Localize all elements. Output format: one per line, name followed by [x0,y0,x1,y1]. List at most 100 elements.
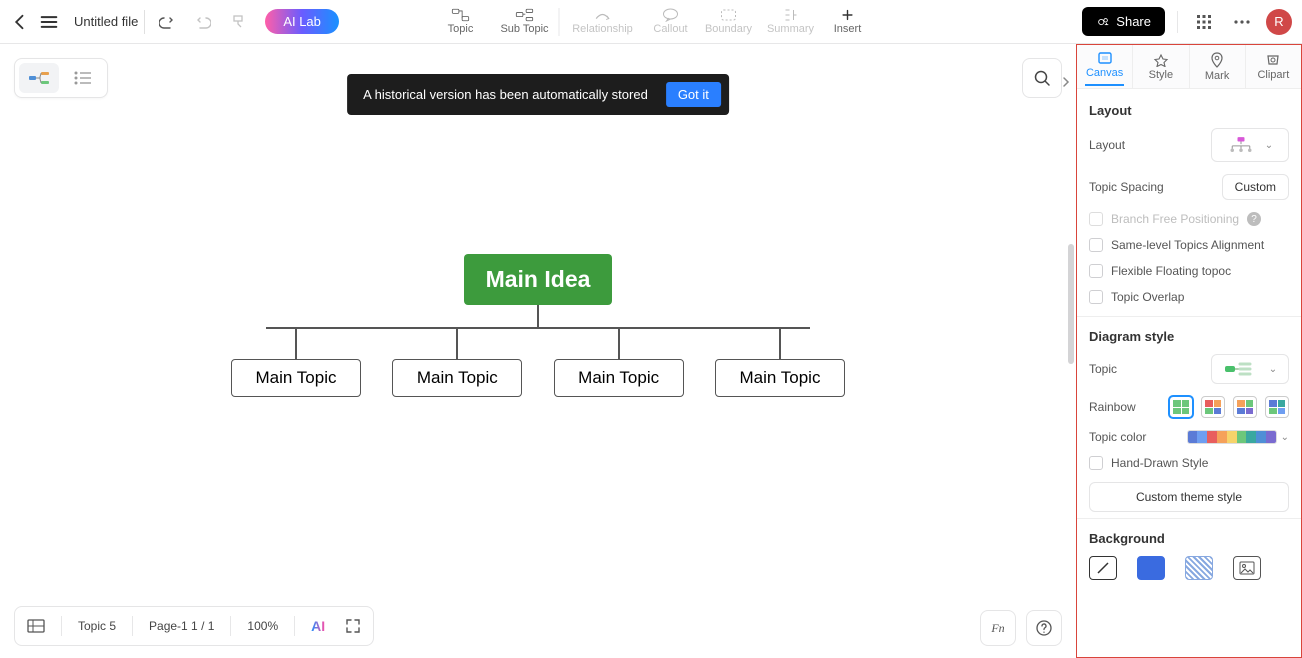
tool-label: Insert [834,23,862,35]
rainbow-option-4[interactable] [1265,396,1289,418]
tool-boundary[interactable]: Boundary [700,0,758,44]
connector [537,305,539,327]
branch-free-label: Branch Free Positioning [1111,212,1239,226]
tab-canvas[interactable]: Canvas [1077,45,1133,88]
topic-color-label: Topic color [1089,430,1146,444]
tool-subtopic[interactable]: Sub Topic [495,0,555,44]
outline-view-button[interactable] [63,63,103,93]
color-strip [1187,430,1277,444]
tab-label: Canvas [1086,67,1123,79]
tool-relationship[interactable]: Relationship [564,0,642,44]
version-toast: A historical version has been automatica… [347,74,729,115]
ai-button[interactable]: AI [307,618,329,634]
user-avatar[interactable]: R [1266,9,1292,35]
app-header: Untitled file AI Lab Topic Sub Topic Rel… [0,0,1302,44]
bg-none[interactable] [1089,556,1117,580]
redo-button[interactable] [189,8,217,36]
undo-button[interactable] [153,8,181,36]
rainbow-label: Rainbow [1089,400,1136,414]
file-title[interactable]: Untitled file [68,10,145,34]
chevron-down-icon: ⌄ [1265,364,1277,375]
tool-label: Boundary [705,23,752,35]
help-button[interactable] [1026,610,1062,646]
topic-spacing-button[interactable]: Custom [1222,174,1289,200]
background-options [1089,556,1289,580]
status-bar: Topic 5 Page-1 1 / 1 100% AI [14,606,374,646]
canvas[interactable]: A historical version has been automatica… [0,44,1076,658]
branch-free-checkbox[interactable] [1089,212,1103,226]
back-button[interactable] [10,12,30,32]
tab-mark[interactable]: Mark [1190,45,1246,88]
more-button[interactable] [1228,8,1256,36]
custom-theme-button[interactable]: Custom theme style [1089,482,1289,512]
same-level-label: Same-level Topics Alignment [1111,238,1264,252]
overlap-row: Topic Overlap [1089,290,1289,304]
divider [1077,316,1301,317]
topic-node[interactable]: Main Topic [231,359,361,397]
bg-pattern[interactable] [1185,556,1213,580]
separator [294,616,295,636]
rainbow-option-3[interactable] [1233,396,1257,418]
rainbow-option-1[interactable] [1169,396,1193,418]
bg-solid[interactable] [1137,556,1165,580]
topic-node[interactable]: Main Topic [554,359,684,397]
collapse-panel-button[interactable] [1056,65,1076,99]
topic-color-select[interactable]: ⌄ [1187,430,1289,444]
section-background-title: Background [1089,531,1289,546]
ai-lab-button[interactable]: AI Lab [265,9,339,34]
branch-free-row: Branch Free Positioning ? [1089,212,1289,226]
separator [61,616,62,636]
tab-clipart[interactable]: Clipart [1246,45,1301,88]
tool-callout[interactable]: Callout [646,0,696,44]
topic-node[interactable]: Main Topic [392,359,522,397]
toast-got-it-button[interactable]: Got it [666,82,721,107]
separator [559,8,560,36]
tab-style[interactable]: Style [1133,45,1189,88]
fullscreen-button[interactable] [341,618,365,634]
rainbow-option-2[interactable] [1201,396,1225,418]
connector [618,329,620,359]
share-label: Share [1116,14,1151,29]
main-idea-node[interactable]: Main Idea [464,254,612,305]
fn-button[interactable]: Fn [980,610,1016,646]
chevron-down-icon: ⌄ [1277,432,1289,443]
overlap-checkbox[interactable] [1089,290,1103,304]
tool-insert[interactable]: Insert [824,0,872,44]
layout-select[interactable]: ⌄ [1211,128,1289,162]
format-painter-button[interactable] [225,8,253,36]
tool-topic[interactable]: Topic [431,0,491,44]
header-right: Share R [1082,7,1292,36]
flexible-checkbox[interactable] [1089,264,1103,278]
zoom-level[interactable]: 100% [243,619,282,633]
flexible-row: Flexible Floating topoc [1089,264,1289,278]
topic-node[interactable]: Main Topic [715,359,845,397]
apps-button[interactable] [1190,8,1218,36]
right-panel: Canvas Style Mark Clipart Layout Layout [1076,44,1302,658]
mindmap-view-button[interactable] [19,63,59,93]
tool-label: Summary [767,23,814,35]
info-icon[interactable]: ? [1247,212,1261,226]
share-button[interactable]: Share [1082,7,1165,36]
connector [266,327,810,329]
connector [295,329,297,359]
hand-drawn-checkbox[interactable] [1089,456,1103,470]
hand-drawn-row: Hand-Drawn Style [1089,456,1289,470]
page-info[interactable]: Page-1 1 / 1 [145,619,218,633]
scrollbar[interactable] [1068,244,1074,364]
mindmap-diagram: Main Idea Main Topic Main Topic Main Top… [218,254,858,397]
bg-image[interactable] [1233,556,1261,580]
tool-summary[interactable]: Summary [762,0,820,44]
separator [132,616,133,636]
panel-body: Layout Layout ⌄ Topic Spacing Custom Bra… [1077,89,1301,588]
toast-message: A historical version has been automatica… [363,87,648,102]
main-toolbar: Topic Sub Topic Relationship Callout Bou… [431,0,872,44]
overlap-label: Topic Overlap [1111,290,1184,304]
tab-label: Mark [1205,70,1229,82]
topic-style-select[interactable]: ⌄ [1211,354,1289,384]
same-level-checkbox[interactable] [1089,238,1103,252]
rainbow-options [1169,396,1289,418]
menu-button[interactable] [38,11,60,33]
divider [1077,518,1301,519]
topic-count: Topic 5 [74,619,120,633]
outline-icon[interactable] [23,618,49,634]
